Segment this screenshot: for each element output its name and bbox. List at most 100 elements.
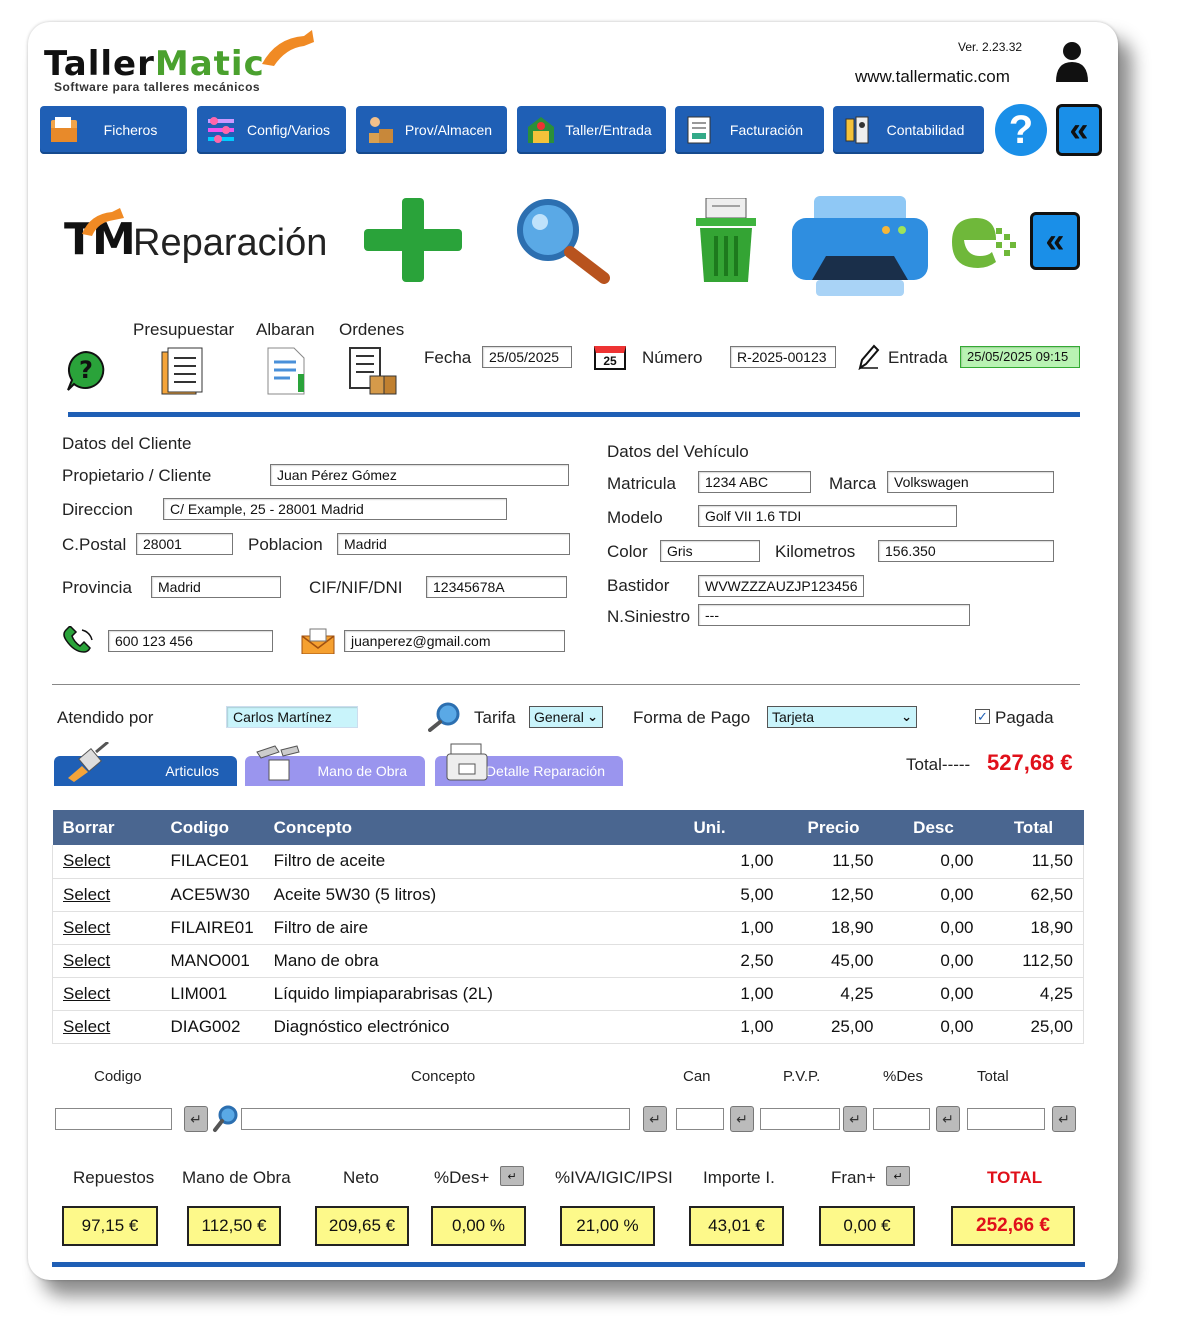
poblacion-field[interactable]: Madrid [337, 533, 570, 555]
select-button[interactable]: Select [63, 1017, 110, 1036]
forma-pago-select[interactable]: Tarjeta ⌄ [767, 706, 917, 728]
entry-can-input[interactable] [676, 1108, 724, 1130]
provincia-field[interactable]: Madrid [151, 576, 281, 598]
user-icon[interactable] [1054, 40, 1090, 84]
cpostal-field[interactable]: 28001 [136, 533, 233, 555]
add-icon[interactable] [364, 198, 462, 282]
search-icon[interactable] [514, 198, 612, 284]
email-field[interactable]: juanperez@gmail.com [344, 630, 565, 652]
help-button[interactable]: ? [995, 104, 1047, 156]
color-field[interactable]: Gris [660, 540, 760, 562]
select-link[interactable]: Select [52, 977, 161, 1011]
entry-des-input[interactable] [873, 1108, 930, 1130]
entry-concepto-input[interactable] [241, 1108, 630, 1130]
website-link[interactable]: www.tallermatic.com [855, 67, 1010, 87]
entry-total-input[interactable] [967, 1108, 1045, 1130]
enter-key-icon[interactable]: ↵ [643, 1106, 667, 1132]
row-uni: 1,00 [683, 845, 784, 879]
nav-prov-almacen[interactable]: Prov/Almacen [356, 106, 507, 154]
descuento-enter-icon[interactable]: ↵ [500, 1166, 524, 1186]
row-total: 25,00 [983, 1010, 1084, 1044]
enter-key-icon[interactable]: ↵ [936, 1106, 960, 1132]
tab-mano-de-obra[interactable]: Mano de Obra [245, 745, 425, 786]
back-button-secondary[interactable]: « [1030, 212, 1080, 270]
table-row[interactable]: Select MANO001 Mano de obra 2,50 45,00 0,00 11… [52, 944, 1084, 978]
items-table: Borrar Codigo Concepto Uni. Precio Desc … [52, 810, 1084, 1044]
enter-key-icon[interactable]: ↵ [730, 1106, 754, 1132]
search-article-icon[interactable] [212, 1104, 238, 1134]
delivery-note-icon[interactable] [266, 346, 308, 396]
modelo-field[interactable]: Golf VII 1.6 TDI [698, 505, 957, 527]
row-uni: 5,00 [683, 878, 784, 912]
modelo-label: Modelo [607, 508, 663, 527]
tab-detalle-reparacion[interactable]: Detalle Reparación [435, 743, 623, 786]
telefono-field[interactable]: 600 123 456 [108, 630, 273, 652]
search-employee-icon[interactable] [428, 702, 462, 732]
enter-key-icon[interactable]: ↵ [843, 1106, 867, 1132]
back-button[interactable]: « [1056, 104, 1102, 156]
kilometros-field[interactable]: 156.350 [878, 540, 1054, 562]
select-button[interactable]: Select [63, 984, 110, 1003]
orders-icon[interactable] [348, 346, 398, 396]
importe-total: 43,01 € [689, 1206, 784, 1246]
row-desc: 0,00 [883, 944, 984, 978]
propietario-field[interactable]: Juan Pérez Gómez [270, 464, 569, 486]
accounting-icon [839, 112, 875, 148]
row-uni: 1,00 [683, 1010, 784, 1044]
select-button[interactable]: Select [63, 951, 110, 970]
cif-field[interactable]: 12345678A [426, 576, 567, 598]
nav-contabilidad[interactable]: Contabilidad [833, 106, 984, 154]
table-row[interactable]: Select DIAG002 Diagnóstico electrónico 1,00… [52, 1010, 1084, 1044]
select-button[interactable]: Select [63, 918, 110, 937]
siniestro-field[interactable]: --- [698, 604, 970, 626]
row-desc: 0,00 [883, 1010, 984, 1044]
nav-taller-entrada[interactable]: Taller/Entrada [517, 106, 666, 154]
row-codigo: ACE5W30 [160, 878, 264, 912]
numero-field[interactable]: R-2025-00123 [730, 346, 836, 368]
select-link[interactable]: Select [52, 878, 161, 912]
print-icon[interactable] [792, 196, 928, 298]
nav-config-varios[interactable]: Config/Varios [197, 106, 346, 154]
enter-key-icon[interactable]: ↵ [184, 1106, 208, 1132]
marca-field[interactable]: Volkswagen [887, 471, 1054, 493]
budget-document-icon[interactable] [160, 346, 204, 396]
atendido-field[interactable]: Carlos Martínez [226, 706, 358, 728]
select-link[interactable]: Select [52, 845, 161, 879]
franquicia-total[interactable]: 0,00 € [819, 1206, 915, 1246]
table-row[interactable]: Select LIM001 Líquido limpiaparabrisas (2L… [52, 977, 1084, 1011]
table-row[interactable]: Select ACE5W30 Aceite 5W30 (5 litros) 5,00 1… [52, 878, 1084, 912]
nav-facturacion[interactable]: Facturación [675, 106, 824, 154]
mano-obra-label: Mano de Obra [182, 1168, 291, 1187]
entrada-field[interactable]: 25/05/2025 09:15 [960, 346, 1080, 368]
row-total: 11,50 [983, 845, 1084, 879]
row-precio: 25,00 [783, 1010, 884, 1044]
iva-total[interactable]: 21,00 % [560, 1206, 655, 1246]
delete-trash-icon[interactable] [694, 198, 758, 282]
select-link[interactable]: Select [52, 944, 161, 978]
forma-pago-value: Tarjeta [772, 709, 815, 725]
entry-pvp-input[interactable] [760, 1108, 840, 1130]
calendar-icon[interactable]: 25 [594, 346, 626, 370]
direccion-field[interactable]: C/ Example, 25 - 28001 Madrid [163, 498, 507, 520]
tarifa-select[interactable]: General ⌄ [529, 706, 603, 728]
entry-codigo-label: Codigo [94, 1068, 142, 1085]
question-bubble-icon[interactable]: ? [66, 350, 106, 392]
select-link[interactable]: Select [52, 1010, 161, 1044]
select-button[interactable]: Select [63, 885, 110, 904]
pagada-checkbox[interactable]: ✓ [975, 709, 990, 724]
enter-key-icon[interactable]: ↵ [1052, 1106, 1076, 1132]
matricula-field[interactable]: 1234 ABC [698, 471, 811, 493]
table-row[interactable]: Select FILACE01 Filtro de aceite 1,00 11,50 0… [52, 845, 1084, 879]
franquicia-enter-icon[interactable]: ↵ [886, 1166, 910, 1186]
tab-articulos[interactable]: Articulos [54, 742, 237, 786]
matricula-label: Matricula [607, 474, 676, 493]
bastidor-field[interactable]: WVWZZZAUZJP123456 [698, 575, 864, 597]
fecha-field[interactable]: 25/05/2025 [482, 346, 572, 368]
entry-codigo-input[interactable] [55, 1108, 172, 1130]
descuento-total[interactable]: 0,00 % [431, 1206, 526, 1246]
table-row[interactable]: Select FILAIRE01 Filtro de aire 1,00 18,90 0,… [52, 911, 1084, 945]
select-button[interactable]: Select [63, 851, 110, 870]
nav-ficheros[interactable]: Ficheros [40, 106, 187, 154]
select-link[interactable]: Select [52, 911, 161, 945]
email-send-icon[interactable] [950, 212, 1018, 270]
